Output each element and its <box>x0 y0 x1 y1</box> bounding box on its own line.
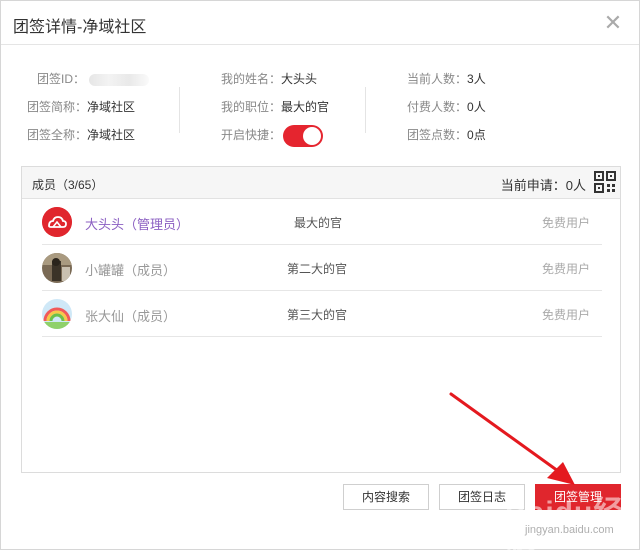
points-label: 团签点数： <box>407 128 468 142</box>
toggle-knob <box>303 126 322 145</box>
members-panel-header: 成员（3/65） 当前申请：0人 <box>22 167 620 199</box>
content-search-button[interactable]: 内容搜索 <box>343 484 429 510</box>
shortcut-toggle[interactable] <box>283 124 324 147</box>
full-name-label: 团签全称： <box>27 128 88 142</box>
short-name-value: 净域社区 <box>87 100 136 114</box>
member-name: 小罐罐（成员） <box>85 263 177 278</box>
paid-count-row: 付费人数：0人 <box>407 95 486 123</box>
current-count-row: 当前人数：3人 <box>407 67 486 95</box>
member-type: 免费用户 <box>541 216 590 230</box>
member-title: 最大的官 <box>294 216 343 230</box>
red-arrow-annotation <box>449 392 575 485</box>
my-title-row: 我的职位：最大的官 <box>221 95 329 123</box>
team-id-label: 团签ID： <box>37 72 86 86</box>
apply-label: 当前申请： <box>500 178 566 193</box>
my-title-label: 我的职位： <box>221 100 282 114</box>
my-name-value: 大头头 <box>281 72 318 86</box>
short-name-row: 团签简称：净域社区 <box>27 95 149 123</box>
rainbow-avatar-icon <box>42 299 72 329</box>
cloud-avatar-icon <box>42 207 72 237</box>
members-count: 成员（3/65） <box>32 178 104 192</box>
info-column-stats: 当前人数：3人 付费人数：0人 团签点数：0点 <box>407 67 486 151</box>
info-column-me: 我的姓名：大头头 我的职位：最大的官 开启快捷： <box>221 67 329 151</box>
dialog-title: 团签详情-净域社区 <box>13 19 147 36</box>
full-name-row: 团签全称：净域社区 <box>27 123 149 151</box>
team-id-row: 团签ID： <box>27 67 150 95</box>
member-row[interactable]: 大头头（管理员） 最大的官 免费用户 <box>42 199 602 245</box>
paid-count-value: 0人 <box>467 100 486 114</box>
shortcut-row: 开启快捷： <box>221 123 329 151</box>
short-name-label: 团签简称： <box>27 100 88 114</box>
watermark-text: Baidu经验 <box>505 496 625 550</box>
points-row: 团签点数：0点 <box>407 123 486 151</box>
apply-value: 0人 <box>565 178 586 193</box>
member-type: 免费用户 <box>541 262 590 276</box>
avatar <box>42 207 72 237</box>
member-title: 第二大的官 <box>287 262 348 276</box>
info-divider <box>179 87 180 133</box>
full-name-value: 净域社区 <box>87 128 136 142</box>
watermark-sub: jingyan.baidu.com <box>525 524 614 536</box>
member-name: 张大仙（成员） <box>85 309 177 324</box>
dialog-titlebar: 团签详情-净域社区 ✕ <box>1 1 639 45</box>
paid-count-label: 付费人数： <box>407 100 468 114</box>
qr-code-icon[interactable] <box>594 171 616 193</box>
avatar <box>42 253 72 283</box>
photo-avatar-icon <box>42 253 72 283</box>
my-title-value: 最大的官 <box>281 100 330 114</box>
member-name: 大头头（管理员） <box>85 217 190 232</box>
member-row[interactable]: 张大仙（成员） 第三大的官 免费用户 <box>42 291 602 337</box>
current-count-value: 3人 <box>467 72 486 86</box>
member-type: 免费用户 <box>541 308 590 322</box>
close-icon[interactable]: ✕ <box>601 11 625 35</box>
info-divider <box>365 87 366 133</box>
current-apply[interactable]: 当前申请：0人 <box>501 175 586 194</box>
info-column-team: 团签ID： 团签简称：净域社区 团签全称：净域社区 <box>27 67 150 151</box>
member-row[interactable]: 小罐罐（成员） 第二大的官 免费用户 <box>42 245 602 291</box>
team-detail-dialog: 团签详情-净域社区 ✕ 团签ID： 团签简称：净域社区 团签全称：净域社区 我的… <box>0 0 640 550</box>
shortcut-label: 开启快捷： <box>221 128 282 142</box>
current-count-label: 当前人数： <box>407 72 468 86</box>
my-name-row: 我的姓名：大头头 <box>221 67 329 95</box>
team-id-blurred-value <box>89 73 150 86</box>
my-name-label: 我的姓名： <box>221 72 282 86</box>
points-value: 0点 <box>467 128 486 142</box>
member-title: 第三大的官 <box>287 308 348 322</box>
avatar <box>42 299 72 329</box>
